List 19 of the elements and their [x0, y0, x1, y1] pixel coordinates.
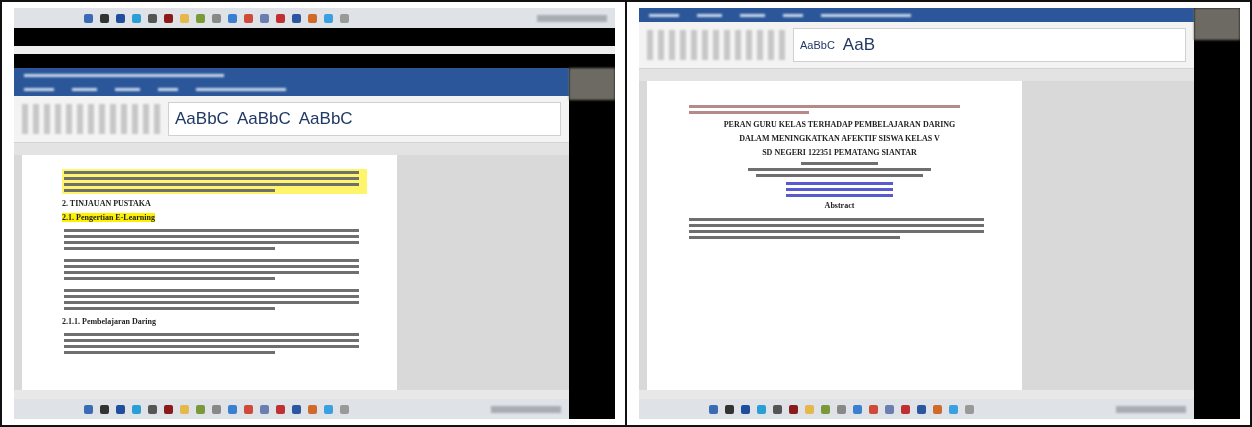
system-tray-icon: [537, 14, 607, 22]
video-placeholder: [1194, 8, 1240, 40]
styles-gallery[interactable]: AaBbC AaB: [793, 28, 1186, 62]
style-sample[interactable]: AaBbC: [175, 109, 229, 129]
system-tray-icon: [491, 405, 561, 413]
document-title: PERAN GURU KELAS TERHADAP PEMBELAJARAN DARING: [722, 121, 957, 130]
system-tray-icon: [1116, 405, 1186, 413]
style-sample[interactable]: AaBbC: [800, 39, 835, 51]
document-title: DALAM MENINGKATKAN AFEKTIF SISWA KELAS V: [738, 134, 941, 144]
section-heading: 2.1. Pengertian E-Learning: [62, 213, 155, 222]
style-sample[interactable]: AaBbC: [236, 109, 291, 129]
video-placeholder: [569, 68, 615, 100]
document-title: Abstract: [823, 202, 856, 212]
document-title: SD NEGERI 122351 PEMATANG SIANTAR: [761, 148, 918, 158]
section-heading: 2. TINJAUAN PUSTAKA: [62, 199, 151, 208]
style-sample[interactable]: AaB: [842, 35, 875, 55]
style-sample[interactable]: AaBbC: [298, 109, 353, 129]
styles-gallery[interactable]: AaBbC AaBbC AaBbC: [168, 102, 561, 136]
section-heading: 2.1.1. Pembelajaran Daring: [62, 317, 156, 326]
